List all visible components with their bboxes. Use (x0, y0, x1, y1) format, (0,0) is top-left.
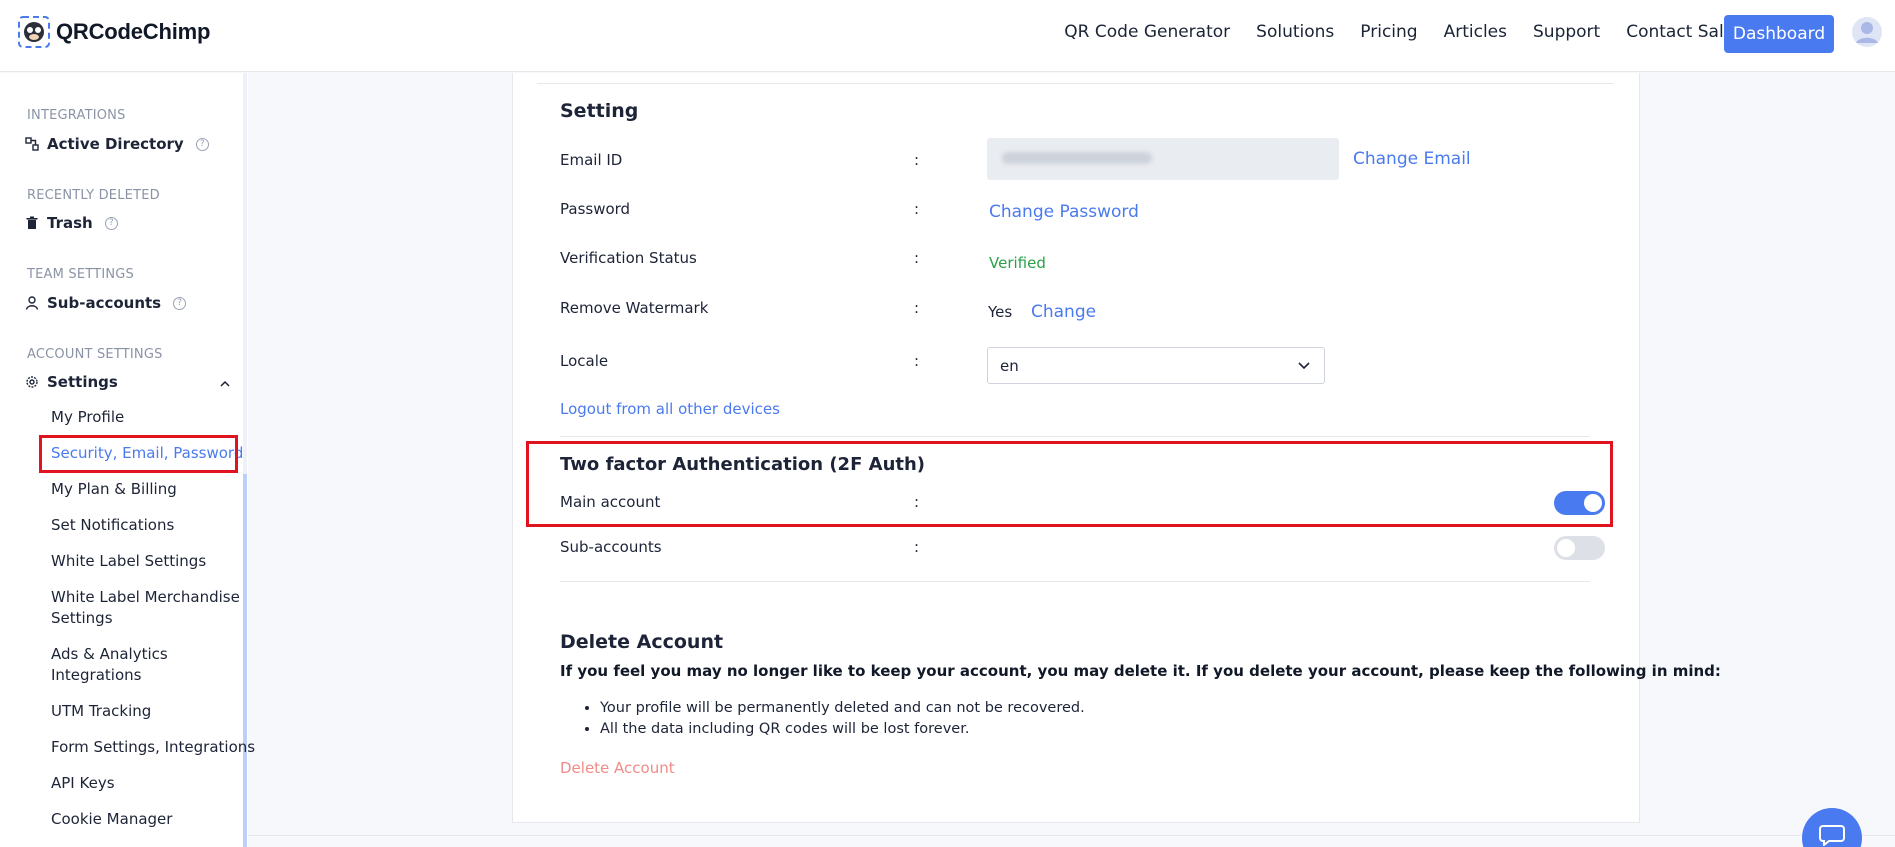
dashboard-button[interactable]: Dashboard (1724, 15, 1834, 53)
sidebar-item-notifications[interactable]: Set Notifications (51, 515, 174, 536)
colon: : (914, 200, 920, 218)
watermark-value: Yes (988, 303, 1013, 321)
colon: : (914, 538, 920, 556)
trash-icon (26, 216, 38, 229)
logout-all-devices-link[interactable]: Logout from all other devices (560, 400, 780, 418)
colon: : (914, 352, 920, 370)
help-icon[interactable]: ? (195, 137, 209, 151)
chevron-down-icon (1298, 362, 1310, 370)
help-icon[interactable]: ? (173, 296, 187, 310)
sub-accounts-2fa-toggle[interactable] (1554, 536, 1605, 560)
logo-text: QRCodeChimp (56, 19, 211, 44)
logo[interactable]: QRCodeChimp (18, 16, 210, 48)
locale-select[interactable] (987, 347, 1325, 384)
verification-status-badge: Verified (989, 254, 1046, 272)
chimp-logo-icon (18, 16, 50, 48)
section-title-team-settings: TEAM SETTINGS (27, 267, 134, 282)
sidebar-item-label: Trash (47, 214, 93, 232)
delete-account-button[interactable]: Delete Account (560, 759, 675, 777)
password-label: Password (560, 200, 631, 218)
section-title-integrations: INTEGRATIONS (27, 108, 126, 123)
chat-bubble-icon (1819, 825, 1845, 846)
highlight-box-security (39, 435, 238, 473)
email-label: Email ID (560, 151, 623, 169)
help-icon[interactable]: ? (104, 216, 118, 230)
nav-support[interactable]: Support (1533, 22, 1600, 42)
sidebar-item-my-profile[interactable]: My Profile (51, 407, 124, 428)
section-title-recently-deleted: RECENTLY DELETED (27, 188, 160, 203)
nav-pricing[interactable]: Pricing (1360, 22, 1417, 42)
divider (537, 83, 1614, 84)
sidebar-item-cookie-manager[interactable]: Cookie Manager (51, 809, 172, 830)
sidebar-item-white-label-merchandise[interactable]: White Label Merchandise Settings (51, 587, 241, 629)
list-item: Your profile will be permanently deleted… (600, 698, 1085, 719)
gear-icon (26, 376, 38, 388)
delete-warning-text: If you feel you may no longer like to ke… (560, 662, 1721, 680)
change-watermark-link[interactable]: Change (1031, 302, 1096, 322)
sidebar-item-label: Sub-accounts (47, 294, 162, 312)
change-email-link[interactable]: Change Email (1353, 149, 1471, 169)
nav-solutions[interactable]: Solutions (1256, 22, 1334, 42)
verification-label: Verification Status (560, 249, 697, 267)
divider (560, 436, 1590, 437)
toggle-knob (1557, 539, 1575, 557)
sidebar-item-trash[interactable]: Trash ? (25, 214, 118, 232)
main-nav: QR Code Generator Solutions Pricing Arti… (1064, 22, 1743, 42)
colon: : (914, 249, 920, 267)
nav-qr-code-generator[interactable]: QR Code Generator (1064, 22, 1230, 42)
sidebar-item-plan-billing[interactable]: My Plan & Billing (51, 479, 177, 500)
watermark-label: Remove Watermark (560, 299, 709, 317)
section-heading-delete-account: Delete Account (560, 631, 724, 653)
list-item: All the data including QR codes will be … (600, 719, 1085, 740)
highlight-box-2fa (526, 441, 1613, 527)
locale-label: Locale (560, 352, 609, 370)
colon: : (914, 299, 920, 317)
sub-accounts-label: Sub-accounts (560, 538, 662, 556)
nav-articles[interactable]: Articles (1444, 22, 1507, 42)
divider (560, 581, 1590, 582)
user-avatar-icon[interactable] (1851, 16, 1883, 48)
chevron-up-icon[interactable] (220, 379, 230, 389)
sidebar-item-white-label[interactable]: White Label Settings (51, 551, 206, 572)
blurred-email-value (1002, 152, 1152, 164)
sidebar-item-utm-tracking[interactable]: UTM Tracking (51, 701, 151, 722)
sidebar-item-label: Active Directory (47, 135, 184, 153)
sidebar-item-api-keys[interactable]: API Keys (51, 773, 115, 794)
sidebar-item-form-settings[interactable]: Form Settings, Integrations (51, 737, 255, 758)
locale-selected-value: en (1000, 357, 1019, 375)
directory-icon (25, 137, 39, 151)
sidebar-item-active-directory[interactable]: Active Directory ? (25, 135, 209, 153)
user-icon (25, 296, 39, 310)
change-password-link[interactable]: Change Password (989, 202, 1139, 222)
delete-consequences-list: Your profile will be permanently deleted… (584, 698, 1085, 740)
colon: : (914, 151, 920, 169)
divider (248, 835, 1895, 836)
sidebar-item-settings[interactable]: Settings (25, 373, 118, 391)
sidebar-scrollbar-thumb[interactable] (243, 474, 247, 847)
sidebar-item-ads-analytics[interactable]: Ads & Analytics Integrations (51, 644, 191, 686)
sidebar-item-label: Settings (47, 373, 118, 391)
sidebar-item-sub-accounts[interactable]: Sub-accounts ? (25, 294, 187, 312)
section-title-account-settings: ACCOUNT SETTINGS (27, 347, 163, 362)
section-heading-setting: Setting (560, 100, 639, 122)
